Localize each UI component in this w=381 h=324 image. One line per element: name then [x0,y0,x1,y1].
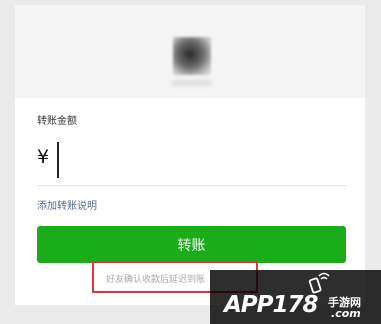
delay-hint-text: 好友确认收款后延迟到账 [106,275,206,285]
amount-input-row[interactable]: ¥ [37,138,347,186]
recipient-header [15,5,365,98]
text-cursor [57,142,59,178]
add-transfer-note-link[interactable]: 添加转账说明 [37,197,97,212]
transfer-button[interactable]: 转账 [37,226,346,263]
amount-input[interactable] [61,140,341,180]
watermark-app-text: APP178 [224,292,319,318]
watermark-logo: APP178 手游网 .com [210,270,381,324]
recipient-name-blurred [172,80,212,86]
transfer-card: 转账金额 ¥ 添加转账说明 转账 [15,5,365,305]
watermark-domain-text: .com [331,307,361,320]
phone-signal-icon [308,272,330,294]
recipient-avatar [173,37,211,75]
currency-symbol: ¥ [37,146,50,168]
amount-label: 转账金额 [37,116,77,127]
